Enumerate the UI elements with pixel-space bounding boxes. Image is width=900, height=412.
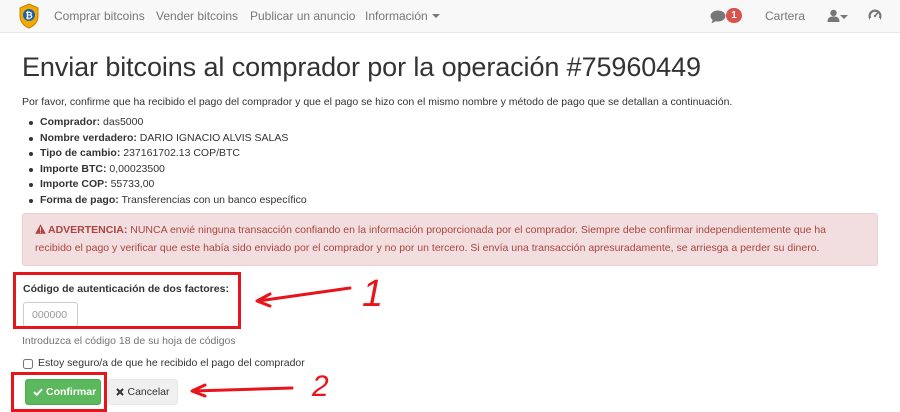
annotation-highlight-confirm (11, 372, 107, 412)
dashboard-gauge-icon[interactable] (868, 9, 882, 23)
detail-label: Nombre verdadero: (40, 131, 137, 144)
nav-information-label: Información (365, 9, 428, 23)
detail-real-name: Nombre verdadero: DARIO IGNACIO ALVIS SA… (29, 131, 307, 147)
intro-text: Por favor, confirme que ha recibido el p… (22, 96, 733, 108)
nav-wallet[interactable]: Cartera (765, 9, 805, 23)
detail-value: 237161702.13 COP/BTC (123, 147, 240, 159)
nav-post-ad[interactable]: Publicar un anuncio (250, 9, 355, 23)
annotation-arrow-1 (256, 286, 352, 303)
detail-value: Transferencias con un banco específico (121, 193, 307, 206)
warning-text-1: NUNCA envié ninguna transacción confiand… (130, 224, 827, 236)
detail-exchange-rate: Tipo de cambio: 237161702.13 COP/BTC (29, 146, 307, 162)
svg-text:₿: ₿ (25, 11, 32, 21)
brand-logo-icon[interactable]: ₿ (18, 3, 40, 29)
detail-value: das5000 (103, 116, 144, 128)
annotation-mark-2: 2 (311, 370, 329, 403)
top-navbar: ₿ Comprar bitcoins Vender bitcoins Publi… (0, 0, 900, 33)
user-menu-caret-icon[interactable] (840, 15, 848, 19)
nav-sell-bitcoins[interactable]: Vender bitcoins (156, 9, 238, 23)
detail-value: 55733,00 (110, 178, 155, 190)
payment-received-label[interactable]: Estoy seguro/a de que he recibido el pag… (38, 357, 305, 369)
detail-label: Tipo de cambio: (40, 147, 121, 159)
annotation-highlight-twofa (13, 272, 241, 329)
annotation-mark-1: 1 (362, 273, 383, 315)
annotation-arrowhead-1 (255, 292, 272, 308)
nav-information-dropdown[interactable]: Información (365, 9, 440, 23)
warning-alert: ADVERTENCIA: NUNCA envié ninguna transac… (22, 213, 878, 266)
detail-value: 0,00023500 (109, 162, 165, 175)
detail-label: Comprador: (40, 116, 101, 128)
caret-down-icon (431, 14, 440, 18)
page-title: Enviar bitcoins al comprador por la oper… (22, 52, 701, 82)
nav-buy-bitcoins[interactable]: Comprar bitcoins (54, 9, 145, 23)
detail-label: Importe COP: (40, 178, 108, 190)
detail-label: Forma de pago: (40, 193, 119, 206)
detail-payment-method: Forma de pago: Transferencias con un ban… (29, 193, 307, 209)
twofa-help-text: Introduzca el código 18 de su hoja de có… (22, 335, 236, 347)
warning-triangle-icon (35, 224, 46, 234)
annotation-arrow-2 (191, 386, 294, 393)
notification-badge[interactable]: 1 (726, 8, 742, 23)
annotation-arrowhead-2 (190, 383, 207, 398)
trade-details-list: Comprador: das5000 Nombre verdadero: DAR… (29, 115, 307, 209)
user-icon[interactable] (827, 9, 840, 22)
chat-bubble-icon[interactable] (710, 10, 726, 24)
payment-received-checkbox[interactable] (23, 359, 33, 369)
close-icon (116, 388, 125, 396)
detail-btc-amount: Importe BTC: 0,00023500 (29, 162, 307, 178)
cancel-button[interactable]: Cancelar (108, 379, 178, 405)
detail-value: DARIO IGNACIO ALVIS SALAS (139, 131, 289, 144)
detail-cop-amount: Importe COP: 55733,00 (29, 177, 307, 193)
warning-label: ADVERTENCIA: (48, 224, 128, 236)
warning-text-2: recibido el pago y verificar que este ha… (35, 242, 820, 254)
cancel-button-label: Cancelar (127, 386, 170, 398)
warning-line-1: ADVERTENCIA: NUNCA envié ninguna transac… (35, 221, 867, 239)
detail-label: Importe BTC: (40, 162, 107, 175)
detail-buyer: Comprador: das5000 (29, 115, 307, 131)
